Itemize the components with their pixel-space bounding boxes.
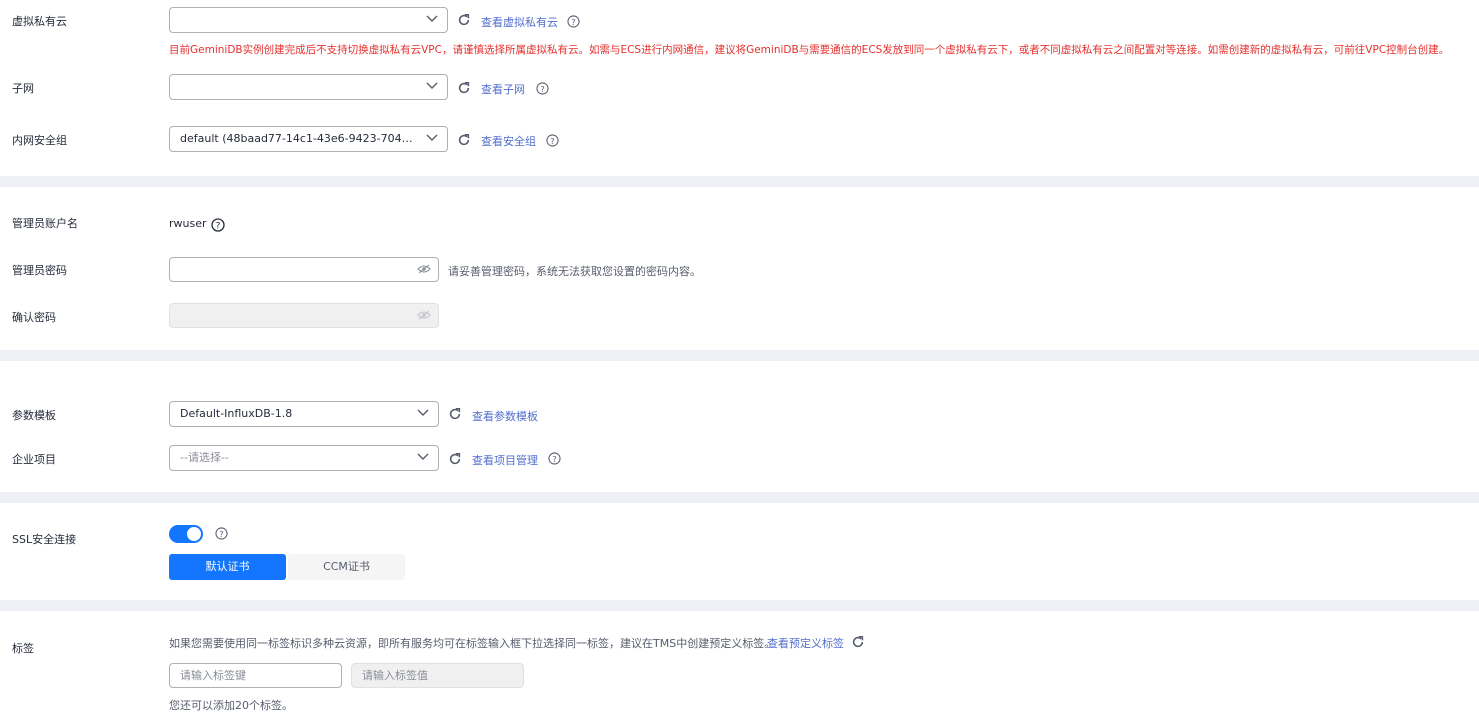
tag-value-input[interactable]: 请输入标签值 (351, 663, 524, 688)
vpc-label: 虚拟私有云 (12, 15, 67, 28)
tag-value-placeholder: 请输入标签值 (362, 669, 428, 682)
help-icon[interactable]: ? (567, 15, 580, 28)
help-icon[interactable]: ? (536, 82, 549, 95)
chevron-down-icon (426, 134, 438, 141)
vpc-warning-text: 目前GeminiDB实例创建完成后不支持切换虚拟私有云VPC，请谨慎选择所属虚拟… (169, 44, 1450, 56)
subnet-select[interactable] (169, 74, 448, 100)
refresh-icon[interactable] (448, 407, 462, 421)
tags-label: 标签 (12, 642, 34, 655)
refresh-icon[interactable] (448, 452, 462, 466)
help-icon[interactable]: ? (215, 527, 228, 540)
chevron-down-icon (417, 409, 429, 416)
confirm-password-label: 确认密码 (12, 311, 56, 324)
enterprise-project-select[interactable]: --请选择-- (169, 445, 439, 471)
section-divider (0, 176, 1479, 187)
refresh-icon[interactable] (457, 133, 471, 147)
view-vpc-link[interactable]: 查看虚拟私有云 (481, 14, 558, 30)
svg-text:?: ? (219, 529, 223, 539)
parameter-template-select[interactable]: Default-InfluxDB-1.8 (169, 401, 439, 427)
chevron-down-icon (417, 453, 429, 460)
vpc-select[interactable] (169, 7, 448, 33)
parameter-template-label: 参数模板 (12, 409, 56, 422)
svg-text:?: ? (571, 17, 575, 27)
svg-text:?: ? (552, 454, 556, 464)
view-security-group-link[interactable]: 查看安全组 (481, 133, 536, 149)
security-group-label: 内网安全组 (12, 134, 67, 147)
svg-text:?: ? (550, 136, 554, 146)
default-cert-tab[interactable]: 默认证书 (169, 554, 286, 580)
section-divider (0, 492, 1479, 503)
svg-text:?: ? (540, 84, 544, 94)
ssl-toggle[interactable] (169, 525, 203, 543)
help-icon[interactable]: ? (211, 218, 225, 232)
admin-password-label: 管理员密码 (12, 264, 67, 277)
view-project-management-link[interactable]: 查看项目管理 (472, 452, 538, 468)
refresh-icon[interactable] (851, 635, 865, 649)
refresh-icon[interactable] (457, 13, 471, 27)
ssl-label: SSL安全连接 (12, 533, 77, 546)
eye-icon (417, 310, 431, 320)
tag-key-placeholder: 请输入标签键 (180, 669, 246, 682)
confirm-password-input[interactable] (169, 303, 439, 328)
admin-account-value: rwuser (169, 217, 207, 230)
chevron-down-icon (426, 15, 438, 22)
help-icon[interactable]: ? (548, 452, 561, 465)
eye-icon[interactable] (417, 264, 431, 274)
toggle-knob (187, 527, 201, 541)
section-divider (0, 600, 1479, 611)
password-hint: 请妥善管理密码，系统无法获取您设置的密码内容。 (448, 265, 701, 278)
admin-account-label: 管理员账户名 (12, 217, 78, 230)
ccm-cert-tab[interactable]: CCM证书 (288, 554, 405, 580)
tags-remaining-text: 您还可以添加20个标签。 (169, 699, 293, 712)
tags-description: 如果您需要使用同一标签标识多种云资源，即所有服务均可在标签输入框下拉选择同一标签… (169, 637, 776, 650)
security-group-select[interactable]: default (48baad77-14c1-43e6-9423-7049672… (169, 126, 448, 152)
svg-text:?: ? (216, 222, 221, 232)
view-predefined-tags-link[interactable]: 查看预定义标签 (767, 635, 844, 651)
section-divider (0, 350, 1479, 361)
view-parameter-template-link[interactable]: 查看参数模板 (472, 408, 538, 424)
chevron-down-icon (426, 82, 438, 89)
admin-password-input[interactable] (169, 257, 439, 282)
help-icon[interactable]: ? (546, 134, 559, 147)
tag-key-input[interactable]: 请输入标签键 (169, 663, 342, 688)
refresh-icon[interactable] (457, 81, 471, 95)
subnet-label: 子网 (12, 82, 34, 95)
view-subnet-link[interactable]: 查看子网 (481, 81, 525, 97)
enterprise-project-label: 企业项目 (12, 453, 56, 466)
